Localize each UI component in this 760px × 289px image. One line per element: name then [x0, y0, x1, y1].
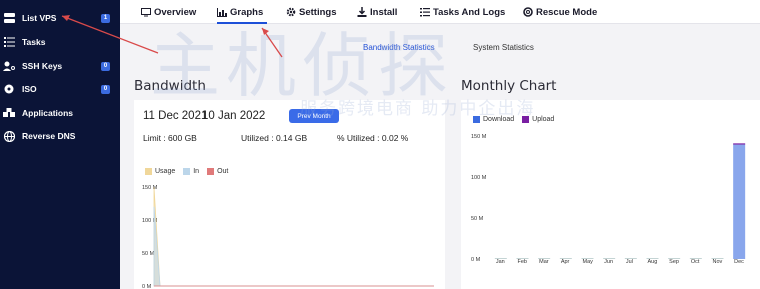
usage-swatch: [145, 168, 152, 175]
series-area-usage: [153, 186, 434, 287]
date-end: 10 Jan 2022: [202, 110, 266, 122]
active-tab-indicator: [217, 22, 267, 24]
tab-install[interactable]: Install: [357, 5, 397, 19]
tab-label: Settings: [299, 6, 337, 18]
sidebar-item-iso[interactable]: ISO 0: [0, 78, 120, 100]
prev-month-button[interactable]: Prev Month: [289, 109, 339, 123]
y-tick-label: 50 M: [142, 251, 155, 257]
sidebar-item-label: SSH Keys: [22, 61, 63, 71]
tasks-icon: [3, 36, 15, 48]
sidebar: List VPS 1 Tasks SSH Keys 0 ISO 0 Applic…: [0, 0, 120, 289]
percent-utilized-text: % Utilized : 0.02 %: [337, 133, 409, 143]
monthly-legend: Download Upload: [473, 116, 562, 123]
sidebar-item-applications[interactable]: Applications: [0, 102, 120, 124]
list-icon: [420, 7, 430, 17]
x-tick-label: Jan: [496, 259, 505, 265]
sidebar-item-label: Applications: [22, 108, 74, 118]
count-badge: 0: [101, 84, 110, 94]
tab-label: Overview: [154, 6, 197, 18]
tab-rescue-mode[interactable]: Rescue Mode: [523, 5, 597, 19]
tab-label: Tasks And Logs: [433, 6, 506, 18]
monthly-chart: 150 M 100 M 50 M 0 M Jan Feb Mar Apr May Jun Jul Au…: [471, 134, 746, 265]
x-tick-label: Mar: [539, 259, 549, 265]
watermark-logo: 主机侦探: [150, 25, 454, 107]
legend-label: Upload: [532, 116, 555, 123]
count-badge: 1: [101, 13, 110, 23]
disc-icon: [3, 83, 15, 95]
tab-tasks-and-logs[interactable]: Tasks And Logs: [420, 5, 505, 19]
y-tick-label: 0 M: [142, 284, 152, 289]
tab-label: Rescue Mode: [536, 6, 598, 18]
sidebar-item-label: List VPS: [22, 13, 57, 23]
tab-label: Install: [370, 6, 398, 18]
subtab-system-statistics[interactable]: System Statistics: [473, 43, 534, 52]
life-ring-icon: [523, 7, 533, 17]
bandwidth-chart: 150 M100 M50 M0 M14172023262901040710: [142, 185, 434, 289]
x-tick-label: Jul: [626, 259, 633, 265]
utilized-text: Utilized : 0.14 GB: [241, 133, 308, 143]
x-tick-label: May: [583, 259, 594, 265]
tab-overview[interactable]: Overview: [141, 5, 196, 19]
x-tick-label: Jun: [604, 259, 613, 265]
download-icon: [357, 7, 367, 17]
sidebar-item-label: Reverse DNS: [22, 131, 76, 141]
cubes-icon: [3, 107, 15, 119]
out-swatch: [207, 168, 215, 175]
y-tick-label: 0 M: [471, 257, 481, 263]
tab-bar: Overview Graphs Settings Install Tasks A…: [120, 0, 760, 24]
app-root: List VPS 1 Tasks SSH Keys 0 ISO 0 Applic…: [0, 0, 760, 289]
server-list-icon: [3, 12, 15, 24]
in-swatch: [183, 168, 191, 175]
y-tick-label: 150 M: [471, 134, 487, 140]
tab-label: Graphs: [230, 6, 264, 18]
sidebar-item-reverse-dns[interactable]: Reverse DNS: [0, 125, 120, 147]
legend-label: Download: [483, 116, 515, 123]
x-tick-label: Feb: [518, 259, 527, 265]
x-tick-label: Sep: [669, 259, 679, 265]
sidebar-item-tasks[interactable]: Tasks: [0, 31, 120, 53]
y-tick-label: 50 M: [471, 216, 484, 222]
bar-upload: [733, 143, 746, 145]
legend-label: In: [193, 168, 200, 175]
tab-graphs[interactable]: Graphs: [217, 5, 263, 19]
sidebar-item-list-vps[interactable]: List VPS 1: [0, 7, 120, 29]
subtab-bandwidth-statistics[interactable]: Bandwidth Statistics: [363, 43, 435, 52]
tab-settings[interactable]: Settings: [286, 5, 336, 19]
y-tick-label: 100 M: [471, 175, 487, 181]
bandwidth-legend: Usage In Out: [145, 168, 236, 175]
date-start: 11 Dec 2021: [143, 110, 208, 122]
monitor-icon: [141, 7, 151, 17]
monthly-chart-title: Monthly Chart: [461, 78, 557, 94]
x-tick-label: Nov: [713, 259, 723, 265]
globe-icon: [3, 130, 15, 142]
legend-label: Out: [217, 168, 229, 175]
sidebar-item-label: ISO: [22, 84, 37, 94]
sidebar-item-label: Tasks: [22, 37, 46, 47]
bar-download: [733, 144, 746, 259]
x-tick-label: Dec: [734, 259, 744, 265]
x-tick-label: Apr: [561, 259, 570, 265]
x-tick-label: Aug: [648, 259, 658, 265]
y-tick-label: 150 M: [142, 185, 158, 191]
upload-swatch: [522, 116, 530, 123]
user-key-icon: [3, 60, 15, 72]
bar-chart-icon: [217, 7, 227, 17]
legend-label: Usage: [155, 168, 176, 175]
x-tick-label: Oct: [691, 259, 700, 265]
limit-text: Limit : 600 GB: [143, 133, 197, 143]
series-area-in: [153, 206, 434, 287]
count-badge: 0: [101, 61, 110, 71]
bandwidth-title: Bandwidth: [134, 78, 206, 94]
sidebar-item-ssh-keys[interactable]: SSH Keys 0: [0, 55, 120, 77]
download-swatch: [473, 116, 480, 123]
gear-icon: [286, 7, 296, 17]
